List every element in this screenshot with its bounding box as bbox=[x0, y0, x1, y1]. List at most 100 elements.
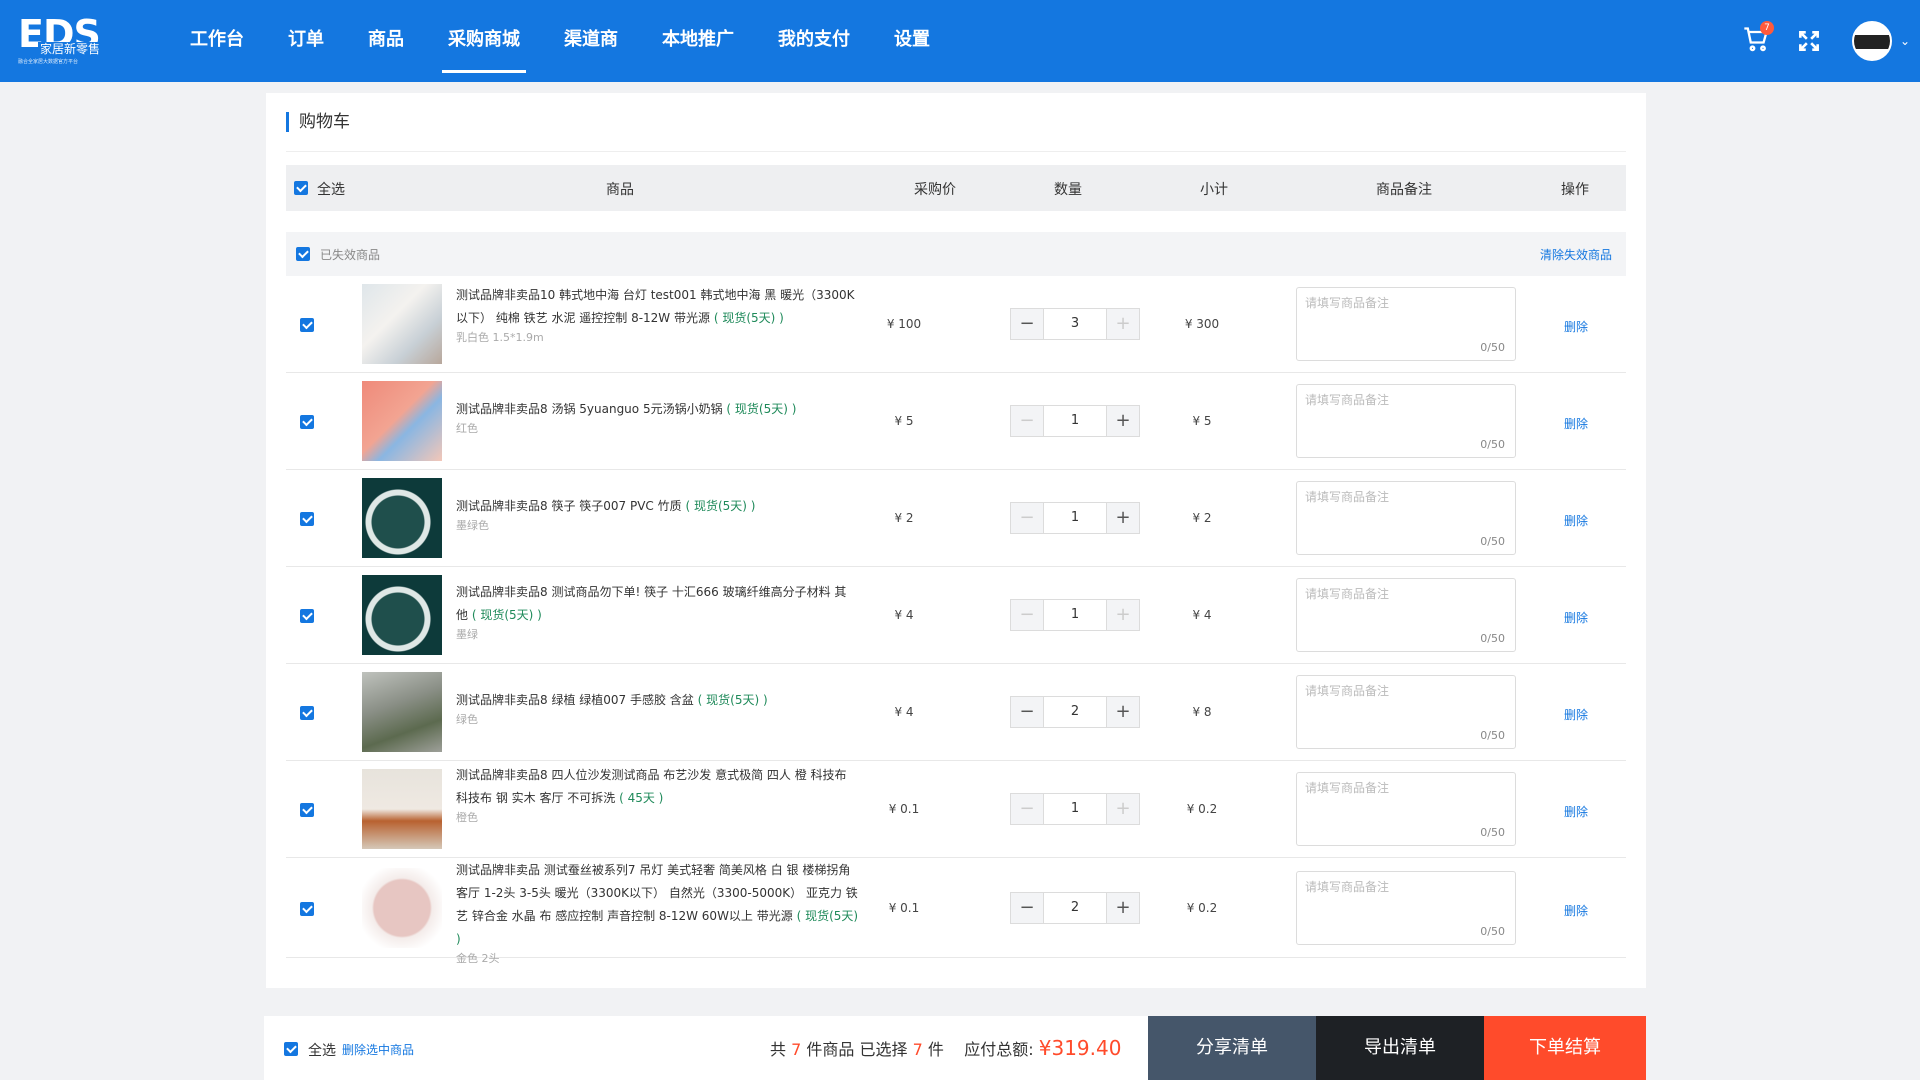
increase-button[interactable]: + bbox=[1107, 503, 1139, 533]
nav-workbench[interactable]: 工作台 bbox=[190, 0, 244, 82]
remark-placeholder: 请填写商品备注 bbox=[1305, 393, 1390, 407]
remark-field[interactable]: 请填写商品备注 0/50 bbox=[1296, 772, 1516, 846]
remark-field[interactable]: 请填写商品备注 0/50 bbox=[1296, 578, 1516, 652]
product-image[interactable] bbox=[362, 672, 442, 752]
quantity-stepper: −2 + bbox=[1010, 892, 1140, 924]
delete-link[interactable]: 删除 bbox=[1564, 706, 1588, 723]
increase-button[interactable]: + bbox=[1107, 893, 1139, 923]
row-checkbox[interactable] bbox=[300, 706, 314, 720]
quantity-value[interactable]: 3 bbox=[1043, 309, 1107, 339]
nav-orders[interactable]: 订单 bbox=[288, 0, 324, 82]
quantity-value[interactable]: 1 bbox=[1043, 600, 1107, 630]
row-checkbox[interactable] bbox=[300, 609, 314, 623]
product-spec: 橙色 bbox=[456, 811, 478, 824]
purchase-price: ¥ 5 bbox=[894, 414, 914, 428]
increase-button[interactable]: + bbox=[1107, 406, 1139, 436]
quantity-value[interactable]: 1 bbox=[1043, 794, 1107, 824]
increase-button[interactable]: + bbox=[1107, 794, 1139, 824]
main-nav: 工作台 订单 商品 采购商城 渠道商 本地推广 我的支付 设置 bbox=[190, 0, 974, 82]
brand-logo[interactable]: EDS 家居新零售 融合全家居大数据官方平台 bbox=[18, 15, 116, 65]
decrease-button[interactable]: − bbox=[1011, 406, 1043, 436]
increase-button[interactable]: + bbox=[1107, 600, 1139, 630]
product-image[interactable] bbox=[362, 769, 442, 849]
product-name[interactable]: 测试品牌非卖品8 筷子 筷子007 PVC 竹质 ( 现货(5天) ) 墨绿色 bbox=[456, 495, 856, 534]
quantity-stepper: −1 + bbox=[1010, 599, 1140, 631]
remark-field[interactable]: 请填写商品备注 0/50 bbox=[1296, 481, 1516, 555]
footer-select-all-checkbox[interactable] bbox=[284, 1042, 298, 1056]
table-row: 测试品牌非卖品8 测试商品勿下单! 筷子 十汇666 玻璃纤维高分子材料 其他 … bbox=[286, 567, 1626, 664]
decrease-button[interactable]: − bbox=[1011, 794, 1043, 824]
row-checkbox[interactable] bbox=[300, 902, 314, 916]
chevron-down-icon[interactable]: ⌄ bbox=[1900, 34, 1910, 48]
export-list-button[interactable]: 导出清单 bbox=[1316, 1016, 1484, 1080]
nav-purchase-mall[interactable]: 采购商城 bbox=[442, 0, 526, 82]
stock-status: ( 45天 ) bbox=[619, 791, 664, 805]
product-title: 测试品牌非卖品8 汤锅 5yuanguo 5元汤锅小奶锅 bbox=[456, 402, 723, 416]
select-all-checkbox[interactable] bbox=[294, 181, 308, 195]
invalid-items-checkbox[interactable] bbox=[296, 247, 310, 261]
delete-link[interactable]: 删除 bbox=[1564, 803, 1588, 820]
header-product: 商品 bbox=[606, 182, 634, 198]
product-image[interactable] bbox=[362, 381, 442, 461]
delete-selected-link[interactable]: 删除选中商品 bbox=[342, 1041, 414, 1058]
product-name[interactable]: 测试品牌非卖品10 韩式地中海 台灯 test001 韩式地中海 黑 暖光（33… bbox=[456, 284, 856, 346]
quantity-value[interactable]: 1 bbox=[1043, 503, 1107, 533]
decrease-button[interactable]: − bbox=[1011, 503, 1043, 533]
remark-field[interactable]: 请填写商品备注 0/50 bbox=[1296, 287, 1516, 361]
row-checkbox[interactable] bbox=[300, 318, 314, 332]
delete-link[interactable]: 删除 bbox=[1564, 902, 1588, 919]
decrease-button[interactable]: − bbox=[1011, 893, 1043, 923]
table-row: 测试品牌非卖品8 四人位沙发测试商品 布艺沙发 意式极简 四人 橙 科技布 科技… bbox=[286, 761, 1626, 858]
nav-settings[interactable]: 设置 bbox=[894, 0, 930, 82]
decrease-button[interactable]: − bbox=[1011, 309, 1043, 339]
delete-link[interactable]: 删除 bbox=[1564, 512, 1588, 529]
increase-button[interactable]: + bbox=[1107, 309, 1139, 339]
remark-counter: 0/50 bbox=[1480, 826, 1505, 839]
delete-link[interactable]: 删除 bbox=[1564, 415, 1588, 432]
remark-field[interactable]: 请填写商品备注 0/50 bbox=[1296, 675, 1516, 749]
product-name[interactable]: 测试品牌非卖品 测试蚕丝被系列7 吊灯 美式轻奢 简美风格 白 银 楼梯拐角 客… bbox=[456, 859, 866, 967]
cart-button[interactable]: 7 bbox=[1742, 21, 1774, 57]
product-image[interactable] bbox=[362, 868, 442, 948]
row-checkbox[interactable] bbox=[300, 803, 314, 817]
footer-select-all[interactable]: 全选 bbox=[308, 1040, 336, 1060]
payable-label: 应付总额: bbox=[964, 1040, 1034, 1059]
delete-link[interactable]: 删除 bbox=[1564, 318, 1588, 335]
product-image[interactable] bbox=[362, 478, 442, 558]
product-name[interactable]: 测试品牌非卖品8 绿植 绿植007 手感胶 含盆 ( 现货(5天) ) 绿色 bbox=[456, 689, 856, 728]
nav-my-payment[interactable]: 我的支付 bbox=[778, 0, 850, 82]
avatar[interactable] bbox=[1851, 21, 1892, 61]
row-checkbox[interactable] bbox=[300, 415, 314, 429]
decrease-button[interactable]: − bbox=[1011, 600, 1043, 630]
header-select-all[interactable]: 全选 bbox=[317, 179, 345, 199]
row-checkbox[interactable] bbox=[300, 512, 314, 526]
nav-products[interactable]: 商品 bbox=[368, 0, 404, 82]
product-name[interactable]: 测试品牌非卖品8 四人位沙发测试商品 布艺沙发 意式极简 四人 橙 科技布 科技… bbox=[456, 764, 856, 826]
product-spec: 乳白色 1.5*1.9m bbox=[456, 331, 544, 344]
delete-link[interactable]: 删除 bbox=[1564, 609, 1588, 626]
quantity-value[interactable]: 2 bbox=[1043, 697, 1107, 727]
quantity-value[interactable]: 2 bbox=[1043, 893, 1107, 923]
product-name[interactable]: 测试品牌非卖品8 汤锅 5yuanguo 5元汤锅小奶锅 ( 现货(5天) ) 红… bbox=[456, 398, 856, 437]
remark-field[interactable]: 请填写商品备注 0/50 bbox=[1296, 384, 1516, 458]
fullscreen-icon[interactable] bbox=[1796, 28, 1822, 54]
product-name[interactable]: 测试品牌非卖品8 测试商品勿下单! 筷子 十汇666 玻璃纤维高分子材料 其他 … bbox=[456, 581, 856, 643]
quantity-stepper: −1 + bbox=[1010, 502, 1140, 534]
nav-local-promotion[interactable]: 本地推广 bbox=[662, 0, 734, 82]
remark-field[interactable]: 请填写商品备注 0/50 bbox=[1296, 871, 1516, 945]
clear-invalid-link[interactable]: 清除失效商品 bbox=[1540, 246, 1612, 263]
total-prefix: 共 bbox=[770, 1040, 787, 1059]
increase-button[interactable]: + bbox=[1107, 697, 1139, 727]
stock-status: ( 现货(5天) ) bbox=[685, 499, 756, 513]
remark-placeholder: 请填写商品备注 bbox=[1305, 296, 1390, 310]
nav-channels[interactable]: 渠道商 bbox=[564, 0, 618, 82]
product-image[interactable] bbox=[362, 575, 442, 655]
checkout-button[interactable]: 下单结算 bbox=[1484, 1016, 1646, 1080]
share-list-button[interactable]: 分享清单 bbox=[1148, 1016, 1316, 1080]
quantity-value[interactable]: 1 bbox=[1043, 406, 1107, 436]
subtotal: ¥ 300 bbox=[1184, 317, 1220, 331]
decrease-button[interactable]: − bbox=[1011, 697, 1043, 727]
product-image[interactable] bbox=[362, 284, 442, 364]
total-count: 7 bbox=[791, 1040, 802, 1059]
page-title: 购物车 bbox=[286, 112, 350, 132]
